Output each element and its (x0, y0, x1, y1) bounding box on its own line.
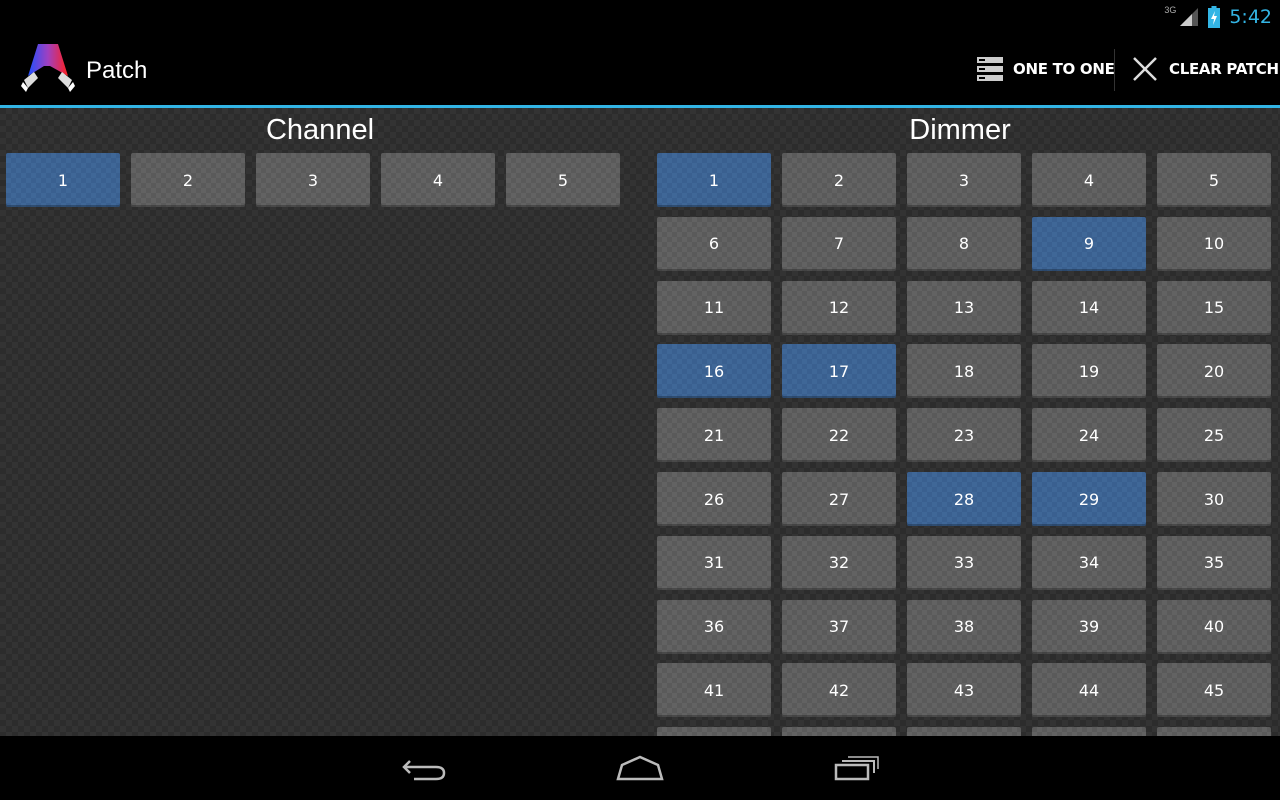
channel-cell[interactable]: 3 (256, 153, 370, 207)
dimmer-cell[interactable]: 15 (1157, 280, 1271, 335)
home-icon (616, 755, 664, 781)
dimmer-cell[interactable]: 41 (657, 663, 771, 718)
back-button[interactable] (394, 748, 454, 788)
one-to-one-label: ONE TO ONE (1013, 60, 1115, 78)
dimmer-cell[interactable]: 27 (782, 472, 896, 526)
clock: 5:42 (1229, 6, 1272, 28)
app-logo-icon[interactable] (20, 42, 76, 96)
dimmer-cell[interactable]: 21 (657, 408, 771, 463)
dimmer-cell[interactable]: 10 (1157, 216, 1271, 271)
dimmer-cell[interactable]: 29 (1032, 472, 1146, 526)
recents-icon (834, 756, 879, 781)
dimmer-cell[interactable]: 23 (907, 408, 1021, 463)
dimmer-cell[interactable]: 2 (782, 153, 896, 207)
dimmer-cell[interactable]: 42 (782, 663, 896, 718)
status-icons: 3G 5:42 (1164, 3, 1272, 31)
dimmer-cell[interactable]: 31 (657, 535, 771, 590)
dimmer-cell[interactable]: 35 (1157, 535, 1271, 590)
battery-charging-icon (1208, 6, 1221, 28)
page-title: Patch (86, 57, 148, 84)
recents-button[interactable] (827, 748, 887, 788)
home-button[interactable] (610, 748, 670, 788)
one-to-one-button[interactable]: ONE TO ONE (975, 33, 1115, 105)
dimmer-cell[interactable]: 3 (907, 153, 1021, 207)
dimmer-cell[interactable]: 38 (907, 599, 1021, 654)
dimmer-cell[interactable]: 22 (782, 408, 896, 463)
dimmer-cell[interactable]: 40 (1157, 599, 1271, 654)
back-icon (402, 760, 446, 781)
dimmer-cell[interactable]: 26 (657, 472, 771, 526)
dimmer-cell[interactable]: 7 (782, 216, 896, 271)
dimmer-cell-partial[interactable] (657, 727, 771, 736)
channel-panel-title: Channel (265, 114, 375, 146)
dimmer-cell[interactable]: 45 (1157, 663, 1271, 718)
dimmer-panel-title: Dimmer (909, 114, 1011, 146)
channel-cell[interactable]: 4 (381, 153, 495, 207)
signal-icon (1180, 8, 1199, 26)
dimmer-cell[interactable]: 24 (1032, 408, 1146, 463)
dimmer-cell-partial[interactable] (782, 727, 896, 736)
dimmer-cell[interactable]: 39 (1032, 599, 1146, 654)
dimmer-cell[interactable]: 5 (1157, 153, 1271, 207)
dimmer-cell[interactable]: 17 (782, 344, 896, 399)
channel-cell[interactable]: 2 (131, 153, 245, 207)
action-bar: Patch ONE TO ONE CLEAR PATCH (0, 33, 1280, 105)
dimmer-cell[interactable]: 14 (1032, 280, 1146, 335)
status-bar: 3G 5:42 (0, 0, 1280, 33)
dimmer-cell[interactable]: 18 (907, 344, 1021, 399)
network-type-label: 3G (1164, 5, 1177, 15)
dimmer-cell[interactable]: 4 (1032, 153, 1146, 207)
dimmer-cell[interactable]: 20 (1157, 344, 1271, 399)
dimmer-cell[interactable]: 16 (657, 344, 771, 399)
dimmer-cell[interactable]: 19 (1032, 344, 1146, 399)
dimmer-cell[interactable]: 6 (657, 216, 771, 271)
dimmer-cell[interactable]: 25 (1157, 408, 1271, 463)
dimmer-cell[interactable]: 43 (907, 663, 1021, 718)
dimmer-cell[interactable]: 9 (1032, 216, 1146, 271)
dimmer-cell-partial[interactable] (907, 727, 1021, 736)
close-icon (1133, 57, 1157, 81)
dimmer-cell[interactable]: 34 (1032, 535, 1146, 590)
dimmer-cell[interactable]: 28 (907, 472, 1021, 526)
list-icon (977, 57, 1003, 81)
clear-patch-label: CLEAR PATCH (1169, 60, 1279, 78)
dimmer-cell-partial[interactable] (1032, 727, 1146, 736)
navigation-bar (0, 736, 1280, 800)
dimmer-cell[interactable]: 12 (782, 280, 896, 335)
dimmer-cell[interactable]: 13 (907, 280, 1021, 335)
dimmer-cell[interactable]: 30 (1157, 472, 1271, 526)
action-divider (1114, 49, 1115, 91)
dimmer-cell[interactable]: 36 (657, 599, 771, 654)
channel-cell[interactable]: 1 (6, 153, 120, 207)
patch-content[interactable]: Channel Dimmer 12345 1 2 3 4 5 6 7 8 9 10 11 12 13 14… (0, 108, 1280, 736)
channel-cell[interactable]: 5 (506, 153, 620, 207)
dimmer-cell[interactable]: 44 (1032, 663, 1146, 718)
dimmer-cell[interactable]: 37 (782, 599, 896, 654)
dimmer-cell[interactable]: 33 (907, 535, 1021, 590)
dimmer-cell[interactable]: 1 (657, 153, 771, 207)
dimmer-cell[interactable]: 32 (782, 535, 896, 590)
dimmer-cell[interactable]: 11 (657, 280, 771, 335)
dimmer-cell[interactable]: 8 (907, 216, 1021, 271)
dimmer-cell-partial[interactable] (1157, 727, 1271, 736)
clear-patch-button[interactable]: CLEAR PATCH (1130, 33, 1279, 105)
